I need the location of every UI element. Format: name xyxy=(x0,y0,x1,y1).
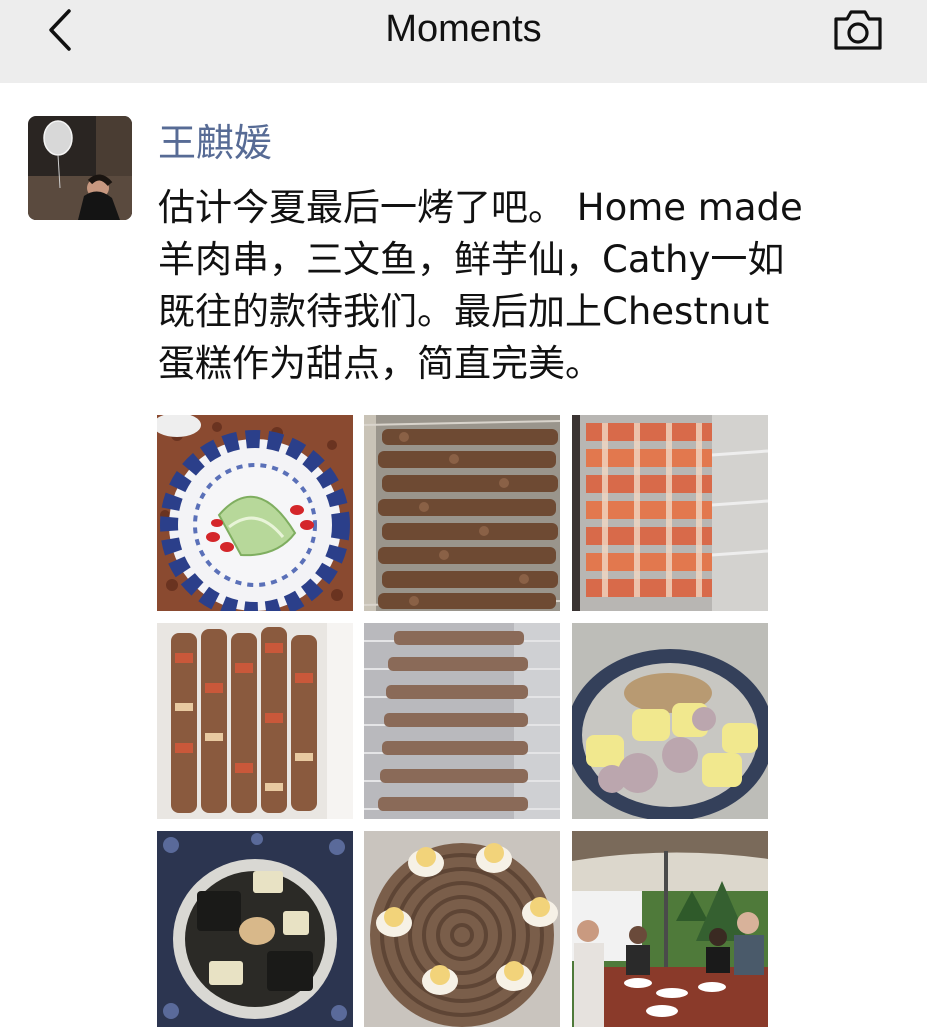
post-username[interactable]: 王麒媛 xyxy=(158,116,272,170)
avatar[interactable] xyxy=(28,116,132,220)
post-text: 估计今夏最后一烤了吧。 Home made 羊肉串，三文鱼，鲜芋仙，Cathy一… xyxy=(158,182,898,390)
post-text-line: 蛋糕作为甜点，简直完美。 xyxy=(158,342,602,385)
post-text-line: 既往的款待我们。最后加上Chestnut xyxy=(158,290,770,333)
photo-thumbnail-pork-skewers[interactable] xyxy=(157,623,353,819)
photo-thumbnail-salmon-skewers[interactable] xyxy=(572,415,768,611)
camera-icon xyxy=(834,10,882,50)
page-title: Moments xyxy=(385,8,542,50)
post-text-line: 羊肉串，三文鱼，鲜芋仙，Cathy一如 xyxy=(158,238,785,281)
photo-thumbnail-chestnut-cake[interactable] xyxy=(364,831,560,1027)
photo-thumbnail-grass-jelly[interactable] xyxy=(157,831,353,1027)
photo-thumbnail-lamb-rack[interactable] xyxy=(364,623,560,819)
photo-thumbnail-dinner-party[interactable] xyxy=(572,831,768,1027)
camera-button[interactable] xyxy=(826,2,890,58)
top-nav-bar: Moments xyxy=(0,0,927,83)
photo-thumbnail-lamb-skewers[interactable] xyxy=(364,415,560,611)
post-text-line: 估计今夏最后一烤了吧。 Home made xyxy=(158,186,803,229)
photo-thumbnail-taro-dessert[interactable] xyxy=(572,623,768,819)
photo-thumbnail-salad[interactable] xyxy=(157,415,353,611)
